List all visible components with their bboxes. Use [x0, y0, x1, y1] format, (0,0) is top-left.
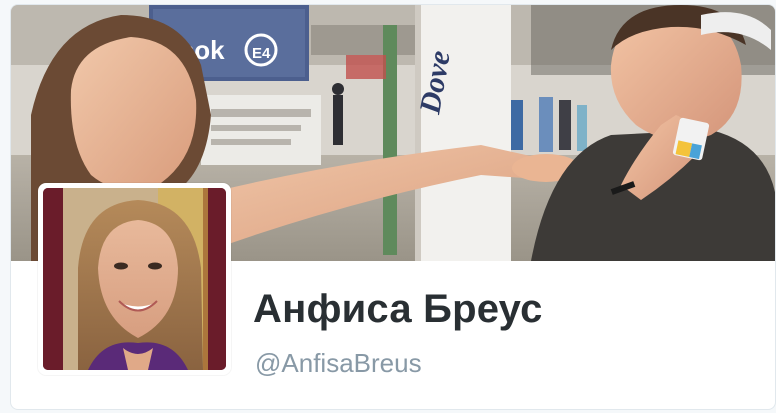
avatar-photo [43, 188, 226, 370]
station-code-text: E4 [252, 45, 271, 62]
profile-card: Asok E4 Dove [10, 4, 776, 410]
profile-avatar[interactable] [38, 183, 231, 375]
profile-screen-name[interactable]: @AnfisaBreus [255, 348, 422, 379]
profile-display-name[interactable]: Анфиса Бреус [253, 287, 543, 332]
